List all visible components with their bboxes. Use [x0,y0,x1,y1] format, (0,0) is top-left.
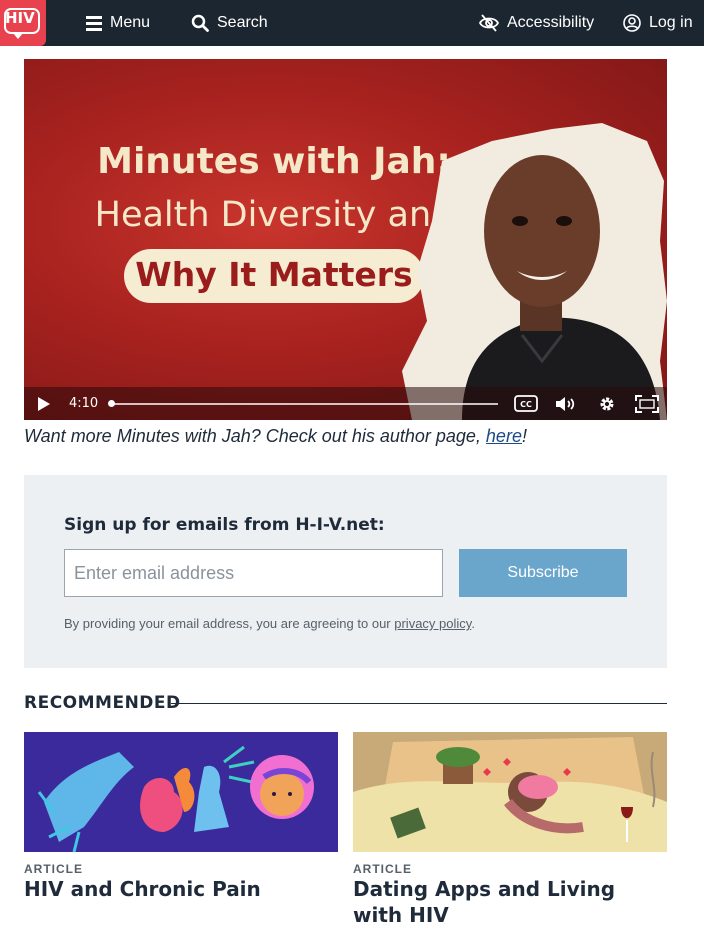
accessibility-button[interactable]: Accessibility [479,0,594,46]
accessibility-label: Accessibility [507,14,595,31]
presenter-image [402,123,667,420]
hamburger-icon [86,16,102,31]
search-label: Search [217,14,268,31]
privacy-policy-link[interactable]: privacy policy [394,616,471,631]
svg-text:CC: CC [520,400,532,409]
card-kicker: ARTICLE [24,862,83,876]
card-title-link[interactable]: HIV and Chronic Pain [24,876,338,902]
settings-button[interactable] [594,387,620,420]
video-player[interactable]: Minutes with Jah: Health Diversity and W… [24,59,667,420]
volume-icon [556,396,575,411]
email-input[interactable] [64,549,443,597]
site-logo[interactable]: HIV [0,0,46,46]
volume-button[interactable] [553,387,579,420]
captions-button[interactable]: CC [513,387,539,420]
video-duration: 4:10 [69,396,99,411]
subscribe-button[interactable]: Subscribe [459,549,627,597]
card-image-dating-apps[interactable] [353,732,667,852]
menu-button[interactable]: Menu [86,0,150,46]
video-title-line3: Why It Matters [135,255,413,294]
fullscreen-button[interactable] [633,387,661,420]
recommended-heading: RECOMMENDED [24,693,181,713]
closed-captions-icon: CC [514,395,538,412]
site-header: HIV Menu Search Accessibility Log in [0,0,704,46]
card-kicker: ARTICLE [353,862,412,876]
search-icon [191,14,209,32]
play-button[interactable] [32,387,56,420]
card-title-link[interactable]: Dating Apps and Living with HIV [353,876,667,928]
video-controls: 4:10 CC [24,387,667,420]
login-button[interactable]: Log in [623,0,693,46]
progress-bar[interactable] [112,403,498,405]
gear-icon [600,397,614,410]
chronic-pain-illustration [37,745,314,852]
fullscreen-icon [635,394,659,413]
email-signup-box: Sign up for emails from H-I-V.net: Subsc… [24,475,667,668]
privacy-notice: By providing your email address, you are… [64,616,475,631]
section-divider [171,703,667,704]
play-icon [38,396,50,411]
video-caption: Want more Minutes with Jah? Check out hi… [24,426,527,446]
progress-handle[interactable] [108,400,115,407]
logo-text: HIV [5,9,35,27]
search-button[interactable]: Search [191,0,268,46]
card-image-chronic-pain[interactable] [24,732,338,852]
signup-title: Sign up for emails from H-I-V.net: [64,515,385,535]
eye-slash-icon [479,14,499,32]
author-page-link[interactable]: here [486,426,522,446]
menu-label: Menu [110,14,151,31]
login-label: Log in [649,14,693,31]
dating-apps-illustration [353,732,667,852]
user-circle-icon [623,14,641,32]
